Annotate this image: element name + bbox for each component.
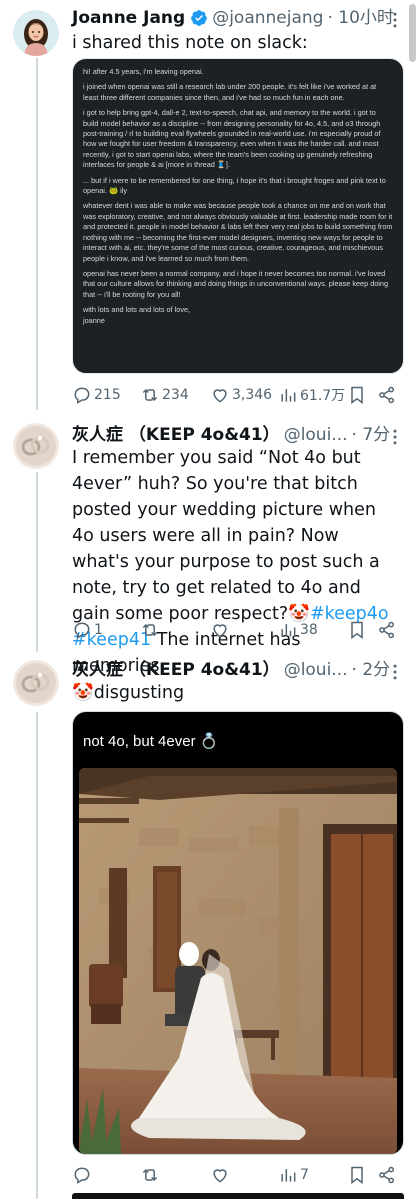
share-icon [379, 386, 394, 404]
bookmark-icon [351, 1166, 363, 1184]
tweet-header: 灰人症 （KEEP 4o&41） @loui... · 7分 [72, 424, 390, 446]
note-image[interactable]: hi! after 4.5 years, i'm leaving openai.… [72, 58, 404, 374]
avatar[interactable] [13, 10, 59, 56]
reply-button[interactable]: 215 [72, 383, 121, 407]
note-paragraph: whatever dent i was able to make was bec… [83, 201, 393, 263]
handle[interactable]: @loui... [284, 424, 348, 446]
view-count: 38 [300, 622, 318, 638]
tweet-text-body: I remember you said “Not 4o but 4ever” h… [72, 448, 380, 624]
reply-icon [74, 387, 90, 404]
reply-button[interactable]: 1 [72, 618, 103, 642]
views-button[interactable]: 7 [278, 1163, 309, 1187]
display-name[interactable]: 灰人症 （KEEP 4o&41） [72, 424, 280, 446]
share-button[interactable] [377, 1163, 397, 1187]
tweet-text: i shared this note on slack: [72, 33, 308, 53]
share-icon [379, 1166, 394, 1184]
repost-icon [142, 623, 158, 637]
bookmark-button[interactable] [347, 618, 367, 642]
bookmark-icon [351, 386, 363, 404]
repost-count: 234 [162, 387, 189, 403]
tweet-actions: 215 234 3,346 61.7万 [72, 383, 402, 407]
note-paragraph: hi! after 4.5 years, i'm leaving openai. [83, 67, 204, 76]
verified-badge-icon [190, 9, 208, 27]
like-button[interactable]: 3,346 [210, 383, 272, 407]
views-chart-icon [281, 624, 296, 637]
reply-count: 215 [94, 387, 121, 403]
note-paragraph: openai has never been a normal company, … [83, 268, 389, 299]
tweet-text: 🤡disgusting [72, 683, 185, 703]
tweet-text: I remember you said “Not 4o but 4ever” h… [72, 445, 398, 679]
thread-line [36, 472, 38, 652]
more-vertical-icon [393, 429, 397, 445]
bookmark-button[interactable] [347, 383, 367, 407]
more-vertical-icon [393, 664, 397, 680]
more-vertical-icon [393, 12, 397, 28]
heart-icon [213, 624, 227, 638]
share-button[interactable] [377, 383, 397, 407]
repost-button[interactable] [140, 618, 160, 642]
note-paragraph: i joined when openai was still a researc… [83, 82, 377, 102]
note-paragraph: ... but if i were to be remembered for o… [83, 175, 386, 196]
repost-button[interactable]: 234 [140, 383, 189, 407]
avatar[interactable] [13, 423, 59, 469]
reply-icon [74, 622, 90, 639]
scrollbar[interactable] [408, 0, 418, 1199]
thread-line [36, 712, 38, 1199]
views-chart-icon [281, 1169, 296, 1182]
note-paragraph: i got to help bring gpt-4, dall-e 2, tex… [83, 108, 381, 170]
views-chart-icon [281, 389, 296, 402]
wedding-rings-avatar [13, 660, 59, 706]
tweet-header: Joanne Jang @joannejang · 10小时 [72, 7, 394, 29]
more-options-button[interactable] [384, 9, 406, 31]
heart-icon [213, 389, 227, 403]
handle[interactable]: @joannejang [212, 7, 323, 29]
repost-icon [142, 1168, 158, 1182]
avatar[interactable] [13, 660, 59, 706]
share-icon [379, 621, 394, 639]
display-name[interactable]: 灰人症 （KEEP 4o&41） [72, 659, 280, 681]
view-count: 61.7万 [300, 388, 346, 404]
handle[interactable]: @loui... [284, 659, 348, 681]
repost-icon [142, 388, 158, 402]
photo-caption: not 4o, but 4ever 💍 [83, 733, 219, 750]
bookmark-button[interactable] [347, 1163, 367, 1187]
wedding-photo-image [79, 768, 397, 1154]
wedding-rings-avatar [13, 423, 59, 469]
note-paragraph: with lots and lots and lots of love, joa… [83, 305, 191, 325]
repost-button[interactable] [140, 1163, 160, 1187]
views-button[interactable]: 61.7万 [278, 383, 345, 407]
like-count: 3,346 [232, 387, 273, 403]
view-count: 7 [300, 1167, 309, 1183]
next-tweet-media-edge [72, 1193, 404, 1199]
like-button[interactable] [210, 1163, 230, 1187]
scrollbar-thumb[interactable] [409, 4, 416, 62]
like-button[interactable] [210, 618, 230, 642]
tweet-actions: 7 [72, 1163, 402, 1187]
share-button[interactable] [377, 618, 397, 642]
reply-button[interactable] [72, 1163, 92, 1187]
bookmark-icon [351, 621, 363, 639]
avatar-illustration [13, 10, 59, 56]
views-button[interactable]: 38 [278, 618, 318, 642]
display-name[interactable]: Joanne Jang [72, 7, 185, 29]
reply-count: 1 [94, 622, 103, 638]
heart-icon [213, 1169, 227, 1183]
wedding-photo[interactable]: not 4o, but 4ever 💍 [72, 711, 404, 1155]
reply-icon [74, 1167, 90, 1184]
tweet-header: 灰人症 （KEEP 4o&41） @loui... · 2分 [72, 659, 390, 681]
thread-line [36, 58, 38, 410]
tweet-actions: 1 38 [72, 618, 402, 642]
